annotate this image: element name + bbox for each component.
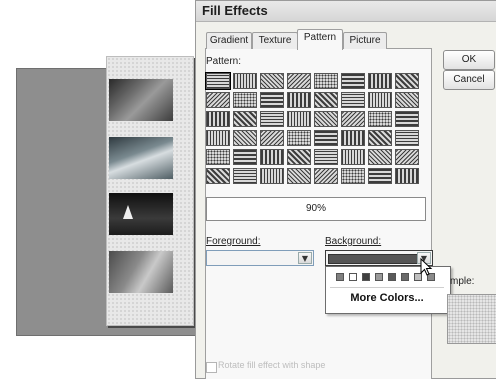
pattern-swatch[interactable] — [341, 73, 365, 89]
pattern-swatch[interactable] — [314, 168, 338, 184]
pattern-swatch[interactable] — [341, 130, 365, 146]
pattern-swatch[interactable] — [341, 111, 365, 127]
tab-pattern[interactable]: Pattern — [297, 29, 343, 50]
foreground-label: Foreground: — [206, 236, 261, 247]
pattern-swatch[interactable] — [395, 149, 419, 165]
tab-picture[interactable]: Picture — [343, 32, 387, 49]
photo-surfer-wave — [109, 137, 173, 179]
popup-divider — [330, 287, 444, 288]
pattern-swatch[interactable] — [287, 168, 311, 184]
pattern-swatch[interactable] — [368, 149, 392, 165]
pattern-swatch[interactable] — [206, 149, 230, 165]
pattern-swatch[interactable] — [368, 130, 392, 146]
pattern-swatch[interactable] — [314, 73, 338, 89]
pattern-swatch[interactable] — [287, 130, 311, 146]
pattern-swatch[interactable] — [206, 111, 230, 127]
tab-texture[interactable]: Texture — [252, 32, 298, 49]
pattern-swatch[interactable] — [368, 111, 392, 127]
pattern-swatch[interactable] — [260, 149, 284, 165]
pattern-swatch[interactable] — [260, 168, 284, 184]
pattern-swatch[interactable] — [395, 73, 419, 89]
palette-color-swatch[interactable] — [362, 273, 370, 281]
rotate-fill-label: Rotate fill effect with shape — [218, 360, 326, 370]
pattern-swatch[interactable] — [233, 130, 257, 146]
pattern-swatch[interactable] — [341, 92, 365, 108]
pattern-swatch[interactable] — [233, 168, 257, 184]
palette-color-swatch[interactable] — [375, 273, 383, 281]
pattern-swatch[interactable] — [287, 111, 311, 127]
pattern-swatch[interactable] — [233, 73, 257, 89]
palette-color-swatch[interactable] — [336, 273, 344, 281]
pattern-swatch[interactable] — [368, 92, 392, 108]
background-dropdown[interactable]: ▼ — [325, 250, 433, 266]
title-bar[interactable]: Fill Effects — [196, 1, 496, 22]
document-page — [106, 56, 194, 326]
pattern-swatch[interactable] — [395, 92, 419, 108]
background-label: Background: — [325, 236, 382, 247]
pattern-swatch[interactable] — [206, 168, 230, 184]
pattern-name-display: 90% — [206, 197, 426, 221]
pattern-swatch[interactable] — [314, 92, 338, 108]
sample-preview — [447, 294, 496, 344]
tab-gradient[interactable]: Gradient — [206, 32, 252, 49]
pattern-swatch[interactable] — [314, 130, 338, 146]
pattern-swatch[interactable] — [206, 130, 230, 146]
pattern-swatch[interactable] — [395, 168, 419, 184]
pattern-swatch[interactable] — [260, 92, 284, 108]
pattern-swatch[interactable] — [395, 111, 419, 127]
pattern-swatch[interactable] — [395, 130, 419, 146]
pattern-swatch[interactable] — [205, 72, 231, 90]
pattern-swatch[interactable] — [233, 111, 257, 127]
sample-label: mple: — [450, 276, 475, 287]
chevron-down-icon[interactable]: ▼ — [298, 252, 312, 264]
palette-color-swatch[interactable] — [388, 273, 396, 281]
pattern-swatch[interactable] — [233, 92, 257, 108]
pattern-grid — [205, 72, 422, 187]
pattern-swatch[interactable] — [314, 149, 338, 165]
photo-horse-rider — [109, 79, 173, 121]
photo-sailboat — [109, 193, 173, 235]
pattern-swatch[interactable] — [260, 111, 284, 127]
pattern-swatch[interactable] — [341, 168, 365, 184]
pattern-swatch[interactable] — [287, 73, 311, 89]
pattern-swatch[interactable] — [368, 73, 392, 89]
rotate-fill-checkbox[interactable] — [206, 362, 217, 373]
more-colors-button[interactable]: More Colors... — [326, 289, 448, 307]
pattern-swatch[interactable] — [314, 111, 338, 127]
pattern-swatch[interactable] — [206, 92, 230, 108]
pattern-swatch[interactable] — [233, 149, 257, 165]
ok-button[interactable]: OK — [443, 50, 495, 70]
pattern-swatch[interactable] — [287, 92, 311, 108]
palette-color-swatch[interactable] — [349, 273, 357, 281]
mouse-cursor-icon — [420, 258, 433, 276]
pattern-swatch[interactable] — [260, 73, 284, 89]
sailboat-icon — [123, 205, 133, 219]
palette-color-swatch[interactable] — [401, 273, 409, 281]
pattern-swatch[interactable] — [260, 130, 284, 146]
photo-horses — [109, 251, 173, 293]
cancel-button[interactable]: Cancel — [443, 70, 495, 90]
pattern-label: Pattern: — [206, 56, 242, 67]
pattern-swatch[interactable] — [341, 149, 365, 165]
pattern-swatch[interactable] — [287, 149, 311, 165]
dialog-title: Fill Effects — [202, 3, 268, 18]
background-color-swatch — [328, 254, 418, 264]
foreground-dropdown[interactable]: ▼ — [206, 250, 314, 266]
pattern-swatch[interactable] — [368, 168, 392, 184]
